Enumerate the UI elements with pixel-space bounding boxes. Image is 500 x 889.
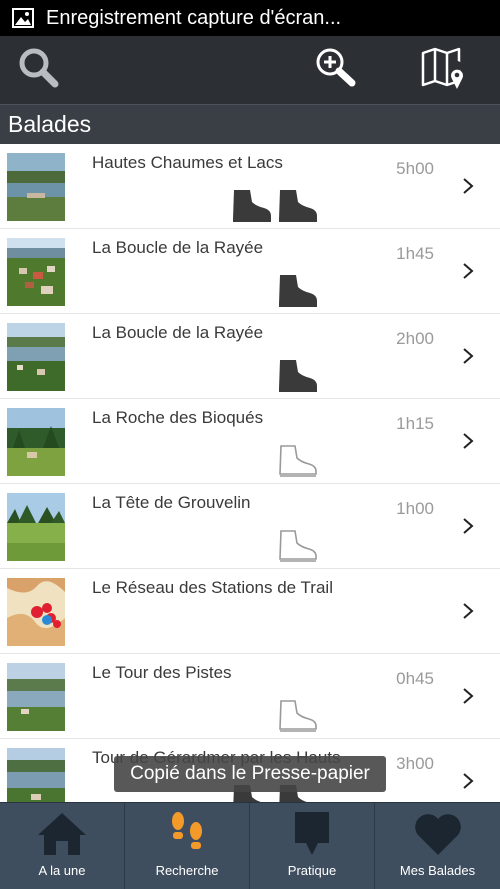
chevron-right-icon xyxy=(462,687,474,705)
toolbar xyxy=(0,36,500,104)
walk-duration: 3h00 xyxy=(396,754,434,773)
walk-thumbnail xyxy=(7,408,65,476)
nav-label: Pratique xyxy=(287,863,337,878)
image-notification-icon xyxy=(12,8,34,28)
map-button[interactable] xyxy=(418,46,468,94)
bottom-nav: A la une Recherche Pratique Mes Balades xyxy=(0,802,500,889)
chevron-right-icon xyxy=(462,602,474,620)
walk-thumbnail xyxy=(7,748,65,802)
hiking-boot-icon xyxy=(276,273,318,309)
walk-title: La Boucle de la Rayée xyxy=(92,238,264,257)
walk-thumbnail xyxy=(7,238,65,306)
hiking-boot-outline-icon xyxy=(276,443,318,479)
footprints-icon xyxy=(167,809,207,859)
nav-label: Mes Balades xyxy=(399,863,476,878)
hiking-boot-icon xyxy=(276,188,318,224)
chevron-right-icon xyxy=(462,262,474,280)
walk-thumbnail xyxy=(7,153,65,221)
app-screen: Enregistrement capture d'écran... Balade… xyxy=(0,0,500,889)
map-icon xyxy=(419,45,467,96)
walk-thumbnail xyxy=(7,578,65,646)
nav-item-a-la-une[interactable]: A la une xyxy=(0,803,125,889)
walk-list[interactable]: Hautes Chaumes et Lacs 5h00 La Boucle de l… xyxy=(0,144,500,802)
walk-duration: 2h00 xyxy=(396,329,434,348)
notification-text: Enregistrement capture d'écran... xyxy=(46,6,342,29)
walk-row[interactable]: La Boucle de la Rayée 2h00 xyxy=(0,314,500,399)
walk-row[interactable]: Hautes Chaumes et Lacs 5h00 xyxy=(0,144,500,229)
section-header: Balades xyxy=(0,104,500,144)
nav-item-recherche[interactable]: Recherche xyxy=(125,803,250,889)
chevron-right-icon xyxy=(462,517,474,535)
toast-message: Copié dans le Presse-papier xyxy=(130,763,370,784)
difficulty-rating xyxy=(276,528,318,564)
search-button[interactable] xyxy=(14,46,64,94)
chevron-right-icon xyxy=(462,347,474,365)
hiking-boot-icon xyxy=(276,358,318,394)
walk-row[interactable]: Le Tour des Pistes 0h45 xyxy=(0,654,500,739)
walk-thumbnail xyxy=(7,323,65,391)
status-bar: Enregistrement capture d'écran... xyxy=(0,0,500,36)
walk-duration: 0h45 xyxy=(396,669,434,688)
walk-thumbnail xyxy=(7,493,65,561)
zoom-in-icon xyxy=(312,45,358,96)
walk-title: La Boucle de la Rayée xyxy=(92,323,264,342)
zoom-in-button[interactable] xyxy=(310,46,360,94)
walk-duration: 1h15 xyxy=(396,414,434,433)
difficulty-rating xyxy=(276,273,318,309)
nav-item-mes-balades[interactable]: Mes Balades xyxy=(375,803,500,889)
walk-title: La Tête de Grouvelin xyxy=(92,493,251,512)
walk-thumbnail xyxy=(7,663,65,731)
walk-row[interactable]: Le Réseau des Stations de Trail xyxy=(0,569,500,654)
search-icon xyxy=(17,46,61,95)
nav-item-pratique[interactable]: Pratique xyxy=(250,803,375,889)
difficulty-rating xyxy=(276,698,318,734)
walk-title: Hautes Chaumes et Lacs xyxy=(92,153,283,172)
info-bubble-icon xyxy=(292,809,332,859)
walk-duration: 5h00 xyxy=(396,159,434,178)
section-title: Balades xyxy=(8,111,92,137)
chevron-right-icon xyxy=(462,772,474,790)
walk-row[interactable]: La Roche des Bioqués 1h15 xyxy=(0,399,500,484)
toast: Copié dans le Presse-papier xyxy=(114,756,386,792)
hiking-boot-outline-icon xyxy=(276,698,318,734)
heart-icon xyxy=(412,809,464,859)
walk-title: Le Réseau des Stations de Trail xyxy=(92,578,333,597)
walk-row[interactable]: La Tête de Grouvelin 1h00 xyxy=(0,484,500,569)
nav-label: A la une xyxy=(38,863,86,878)
walk-duration: 1h00 xyxy=(396,499,434,518)
walk-row[interactable]: La Boucle de la Rayée 1h45 xyxy=(0,229,500,314)
difficulty-rating xyxy=(230,188,318,224)
walk-duration: 1h45 xyxy=(396,244,434,263)
walk-title: Le Tour des Pistes xyxy=(92,663,232,682)
nav-label: Recherche xyxy=(155,863,219,878)
home-icon xyxy=(36,809,88,859)
walk-title: La Roche des Bioqués xyxy=(92,408,264,427)
chevron-right-icon xyxy=(462,177,474,195)
difficulty-rating xyxy=(276,358,318,394)
hiking-boot-outline-icon xyxy=(276,528,318,564)
hiking-boot-icon xyxy=(230,188,272,224)
difficulty-rating xyxy=(276,443,318,479)
chevron-right-icon xyxy=(462,432,474,450)
